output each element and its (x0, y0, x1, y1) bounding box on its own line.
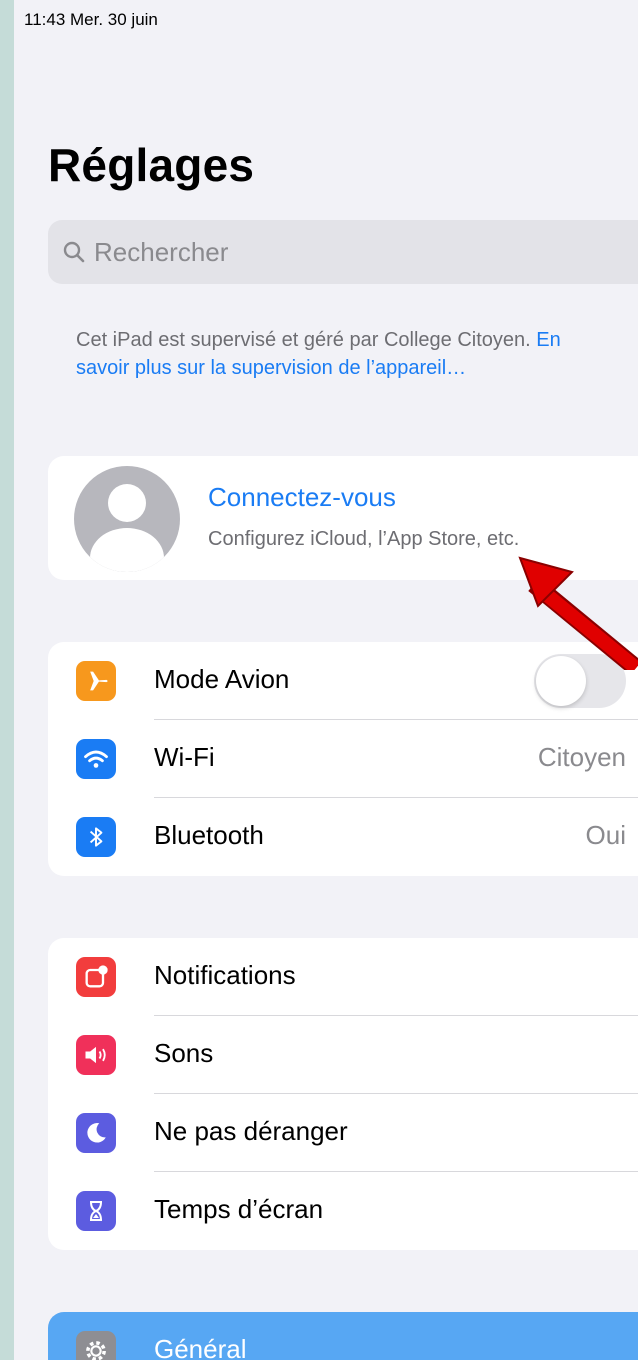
supervision-text: Cet iPad est supervisé et géré par Colle… (76, 329, 537, 351)
avatar-icon (74, 466, 180, 572)
sign-in-title: Connectez-vous (208, 482, 396, 512)
wifi-label: Wi-Fi (154, 742, 215, 772)
moon-icon (76, 1113, 116, 1153)
bluetooth-label: Bluetooth (154, 820, 264, 850)
bluetooth-value: Oui (585, 820, 626, 850)
search-field[interactable]: Rechercher (48, 220, 638, 284)
gear-icon (76, 1331, 116, 1360)
wifi-icon (76, 739, 116, 779)
row-sounds[interactable]: Sons (48, 1016, 638, 1094)
wifi-value: Citoyen (537, 742, 626, 772)
do-not-disturb-label: Ne pas déranger (154, 1116, 348, 1146)
notifications-group: Notifications Sons Ne pas déranger Temps… (48, 938, 638, 1250)
general-label: Général (154, 1334, 247, 1360)
sounds-label: Sons (154, 1038, 214, 1068)
general-group: Général (48, 1312, 638, 1360)
page-title: Réglages (48, 139, 255, 191)
search-icon (63, 241, 85, 263)
notifications-icon (76, 957, 116, 997)
screen-time-label: Temps d’écran (154, 1194, 324, 1224)
sign-in-subtitle: Configurez iCloud, l’App Store, etc. (208, 528, 520, 550)
row-do-not-disturb[interactable]: Ne pas déranger (48, 1094, 638, 1172)
row-notifications[interactable]: Notifications (48, 938, 638, 1016)
supervision-note: Cet iPad est supervisé et géré par Colle… (76, 326, 586, 382)
notifications-label: Notifications (154, 960, 296, 990)
row-wifi[interactable]: Wi-Fi Citoyen (48, 720, 638, 798)
row-bluetooth[interactable]: Bluetooth Oui (48, 798, 638, 876)
status-bar-time: 11:43 Mer. 30 juin (24, 10, 158, 29)
red-arrow-annotation (518, 556, 638, 670)
bluetooth-icon (76, 817, 116, 857)
hourglass-icon (76, 1191, 116, 1231)
speaker-icon (76, 1035, 116, 1075)
settings-screen: 11:43 Mer. 30 juin Réglages Rechercher C… (14, 0, 638, 1360)
connectivity-group: Mode Avion Wi-Fi Citoyen Bluetooth Oui (48, 642, 638, 876)
search-placeholder: Rechercher (94, 236, 229, 267)
row-screen-time[interactable]: Temps d’écran (48, 1172, 638, 1250)
row-general[interactable]: Général (48, 1312, 638, 1360)
airplane-mode-label: Mode Avion (154, 664, 290, 694)
airplane-icon (76, 661, 116, 701)
